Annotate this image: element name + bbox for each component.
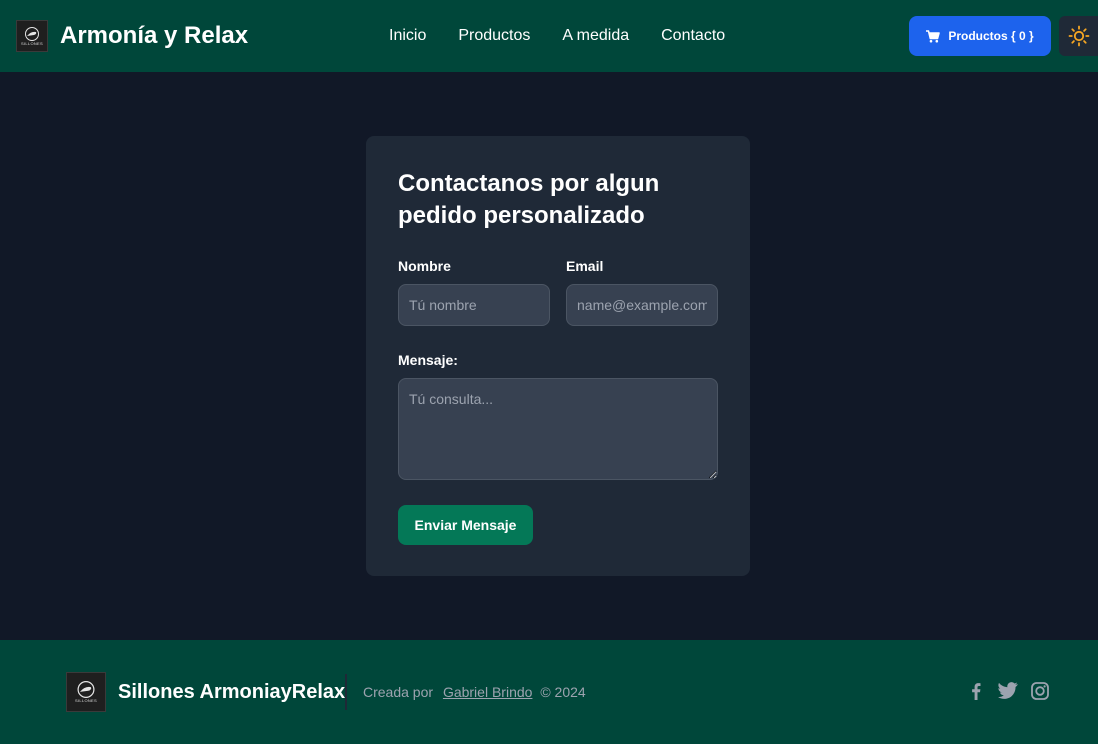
nav-inicio[interactable]: Inicio xyxy=(373,24,442,48)
send-message-button[interactable]: Enviar Mensaje xyxy=(398,505,533,545)
credit-prefix: Creada por xyxy=(363,684,434,700)
message-field-group: Mensaje: xyxy=(398,350,718,485)
sun-icon xyxy=(1068,25,1089,47)
email-input[interactable] xyxy=(566,284,718,326)
name-email-row: Nombre Email xyxy=(398,256,718,326)
cart-button[interactable]: Productos { 0 } xyxy=(909,16,1051,56)
author-link[interactable]: Gabriel Brindo xyxy=(443,684,533,700)
copyright: © 2024 xyxy=(540,684,586,700)
facebook-icon[interactable] xyxy=(969,682,983,705)
theme-toggle-button[interactable] xyxy=(1059,16,1098,56)
form-title: Contactanos por algun pedido personaliza… xyxy=(398,170,660,229)
footer-credit: Creada por Gabriel Brindo © 2024 xyxy=(363,684,586,700)
email-label: Email xyxy=(566,258,604,274)
footer: SILLONES Sillones ArmoniayRelax Creada p… xyxy=(0,640,1098,744)
email-field-group: Email xyxy=(566,256,718,326)
brand-logo: SILLONES xyxy=(16,20,48,52)
nav-contacto[interactable]: Contacto xyxy=(645,24,741,48)
message-textarea[interactable] xyxy=(398,378,718,480)
brand-title: Armonía y Relax xyxy=(60,22,249,49)
contact-form-card: Contactanos por algun pedido personaliza… xyxy=(366,136,750,576)
name-label: Nombre xyxy=(398,258,451,274)
name-input[interactable] xyxy=(398,284,550,326)
twitter-icon[interactable] xyxy=(997,682,1018,704)
navbar: SILLONES Armonía y Relax Inicio Producto… xyxy=(0,0,1098,72)
name-field-group: Nombre xyxy=(398,256,550,326)
nav-productos[interactable]: Productos xyxy=(442,24,546,48)
armchair-logo-icon xyxy=(77,681,95,698)
cart-icon xyxy=(926,29,941,42)
armchair-logo-icon xyxy=(25,26,39,41)
message-label: Mensaje: xyxy=(398,352,458,368)
nav-a-medida[interactable]: A medida xyxy=(546,24,645,48)
footer-brand[interactable]: SILLONES Sillones ArmoniayRelax xyxy=(66,672,345,712)
footer-divider xyxy=(345,674,347,710)
footer-title: Sillones ArmoniayRelax xyxy=(118,680,346,703)
instagram-icon[interactable] xyxy=(1031,682,1049,705)
cart-label: Productos { 0 } xyxy=(948,29,1034,43)
brand[interactable]: SILLONES Armonía y Relax xyxy=(16,20,248,52)
footer-logo: SILLONES xyxy=(66,672,106,712)
footer-logo-text: SILLONES xyxy=(75,698,97,703)
logo-text: SILLONES xyxy=(21,40,43,46)
main-nav: Inicio Productos A medida Contacto xyxy=(373,24,741,48)
